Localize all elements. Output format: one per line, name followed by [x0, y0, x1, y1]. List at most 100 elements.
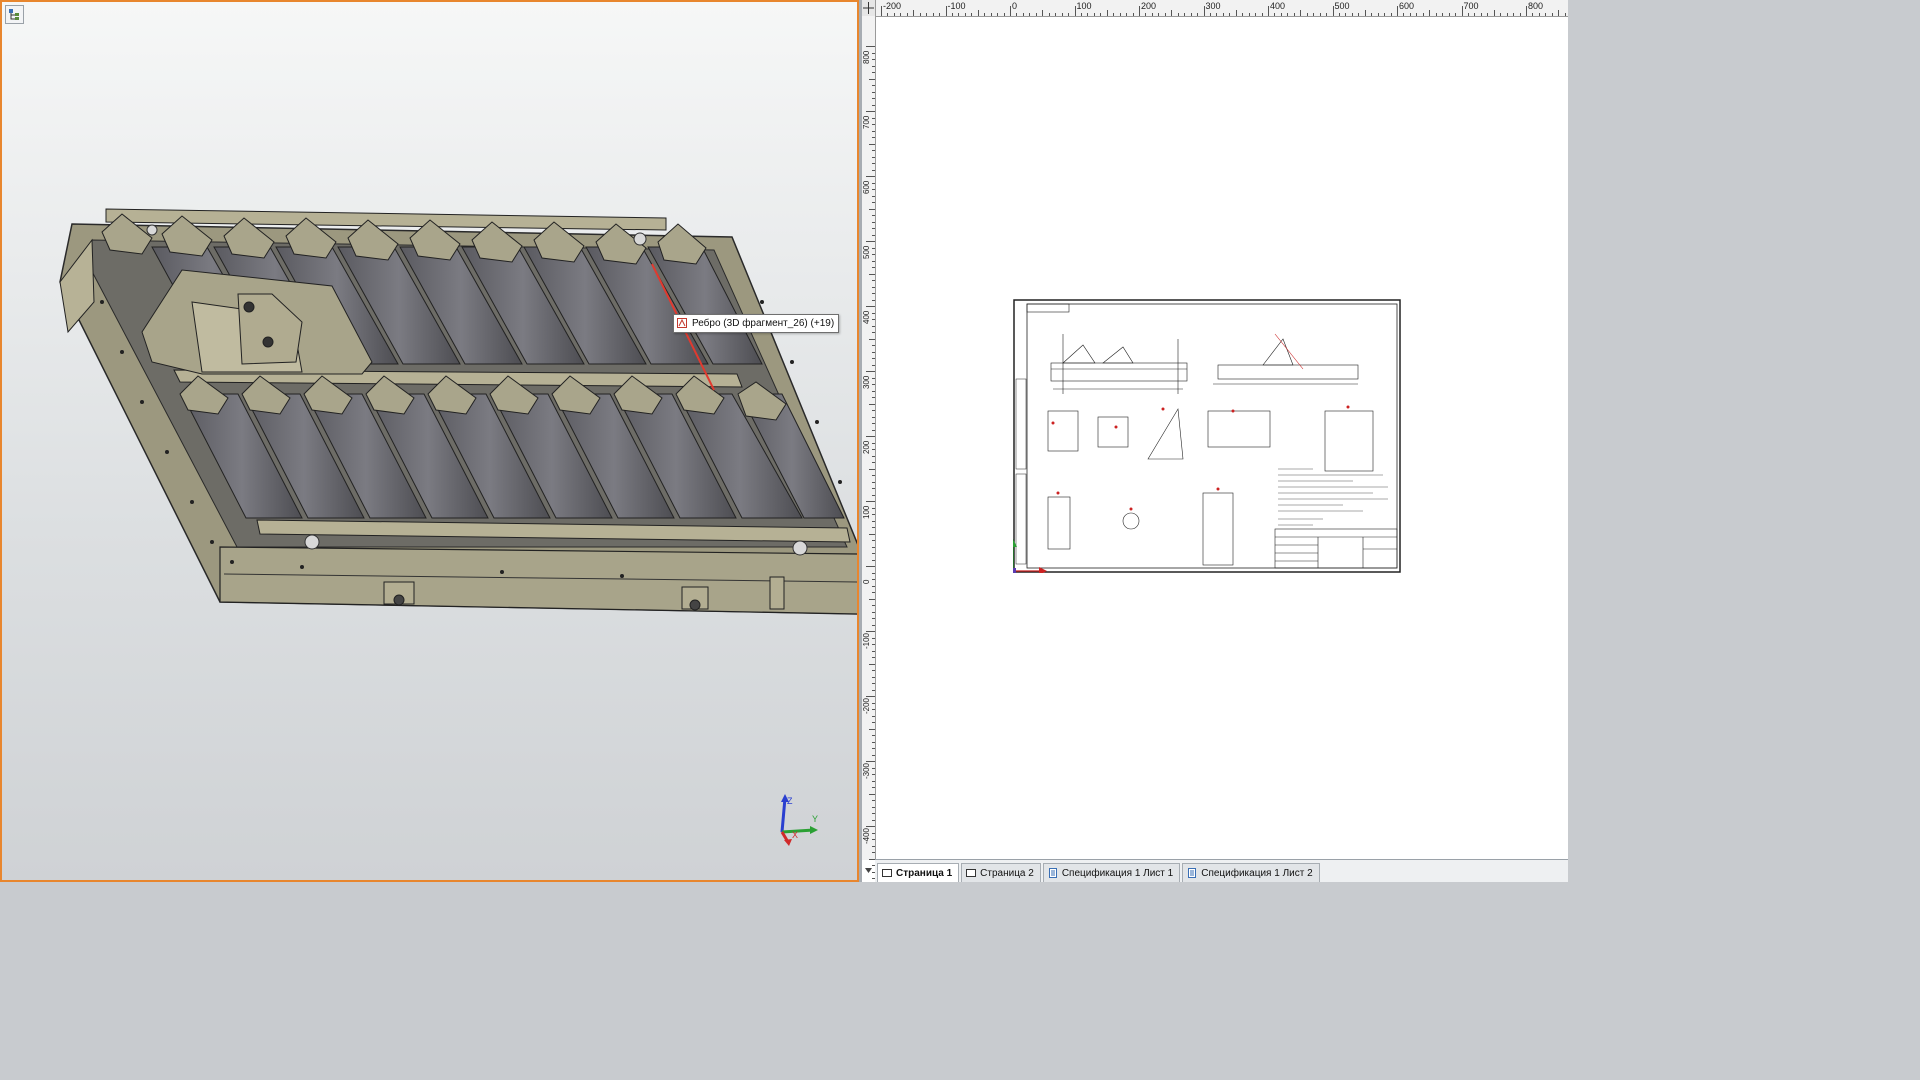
- ruler-tick: [872, 52, 875, 54]
- model-3d-viewport[interactable]: Ребро (3D фрагмент_26) (+19) Z Y X: [0, 0, 859, 882]
- drawing-sheet-pane[interactable]: -200 -100 0 100 200 300 400 500 600 700 800 800 700…: [862, 0, 1568, 882]
- ruler-tick: [1487, 13, 1489, 16]
- ruler-tick: [1409, 13, 1411, 16]
- ruler-tick: [872, 839, 875, 840]
- ruler-tick: [1139, 6, 1140, 16]
- ruler-tick: [1100, 13, 1102, 16]
- ruler-tick: [866, 696, 875, 697]
- ruler-tick: [872, 806, 875, 808]
- ruler-tick: [872, 228, 875, 229]
- ruler-tick: [872, 169, 875, 171]
- ruler-tick: [872, 91, 875, 93]
- ruler-tick: [1513, 13, 1515, 16]
- ruler-tick: [869, 143, 875, 145]
- ruler-tick: [872, 689, 875, 691]
- ruler-tick: [1035, 13, 1037, 16]
- ruler-tick: [977, 10, 979, 16]
- ruler-tick: [872, 514, 875, 515]
- ruler-label: 0: [1012, 1, 1018, 11]
- drawing-sheet[interactable]: [1013, 299, 1401, 573]
- ruler-tick: [1016, 13, 1018, 16]
- ruler-tick: [872, 59, 875, 60]
- ruler-tick: [872, 494, 875, 496]
- ruler-tick: [872, 325, 875, 327]
- ruler-tick: [872, 416, 875, 418]
- ruler-tick: [866, 371, 875, 372]
- ruler-origin-button[interactable]: [862, 0, 876, 16]
- ruler-tick: [872, 774, 875, 775]
- spec-icon: [1188, 868, 1197, 878]
- ruler-tick: [872, 559, 875, 561]
- ruler-tick: [1461, 6, 1463, 16]
- ruler-tick: [872, 650, 875, 652]
- ruler-tick: [866, 761, 875, 762]
- ruler-label: 500: [1334, 1, 1350, 11]
- assembly-model[interactable]: [2, 2, 859, 882]
- ruler-tick: [872, 130, 875, 132]
- ruler-tick: [872, 715, 875, 717]
- ruler-label: 300: [1205, 1, 1221, 11]
- ruler-tick: [1216, 13, 1218, 16]
- ruler-tick: [872, 546, 875, 548]
- ruler-tick: [872, 72, 875, 73]
- ruler-tick: [1029, 13, 1031, 16]
- ruler-tick: [872, 364, 875, 366]
- sheet-tab-bar: Страница 1 Страница 2 Спецификация 1 Лис…: [875, 859, 1568, 882]
- ruler-tick: [872, 280, 875, 281]
- crosshair-icon: [863, 2, 874, 14]
- tab-label: Страница 1: [896, 867, 953, 879]
- ruler-tick: [1390, 13, 1392, 16]
- ruler-tick: [1397, 6, 1398, 16]
- ruler-tick: [1151, 13, 1153, 16]
- ruler-tick: [1351, 13, 1353, 16]
- ruler-tick: [926, 13, 928, 16]
- tab-spec-sheet-2[interactable]: Спецификация 1 Лист 2: [1182, 863, 1320, 882]
- ruler-tick: [1074, 6, 1076, 16]
- ruler-tick: [872, 221, 875, 223]
- ruler-tick: [1080, 13, 1082, 16]
- ruler-tick: [1145, 13, 1147, 16]
- ruler-tick: [1455, 13, 1457, 16]
- ruler-tick: [872, 475, 875, 476]
- scroll-down-icon[interactable]: [864, 866, 873, 875]
- tab-page-1[interactable]: Страница 1: [877, 863, 960, 882]
- ruler-tick: [869, 403, 875, 405]
- ruler-tick: [984, 13, 986, 16]
- ruler-tick: [872, 247, 875, 249]
- ruler-tick: [1022, 13, 1024, 16]
- ruler-tick: [872, 618, 875, 619]
- ruler-tick: [872, 449, 875, 450]
- page-icon: [882, 869, 892, 877]
- ruler-tick: [1003, 13, 1005, 16]
- ruler-tick: [872, 644, 875, 645]
- ruler-tick: [1558, 10, 1560, 16]
- ruler-tick: [1545, 13, 1547, 16]
- ruler-tick: [1442, 13, 1444, 16]
- ruler-tick: [1261, 13, 1263, 16]
- ruler-tick: [872, 624, 875, 626]
- ruler-tick: [1255, 13, 1257, 16]
- ruler-tick: [869, 663, 875, 665]
- ruler-label: 300: [862, 375, 871, 389]
- ruler-tick: [1197, 13, 1199, 16]
- ruler-tick: [872, 813, 875, 814]
- ruler-tick: [872, 85, 875, 86]
- ruler-tick: [1519, 13, 1521, 16]
- axis-z-label: Z: [787, 796, 793, 806]
- ruler-tick: [872, 384, 875, 385]
- ruler-tick: [971, 13, 973, 16]
- ruler-tick: [872, 670, 875, 671]
- tab-spec-sheet-1[interactable]: Спецификация 1 Лист 1: [1042, 863, 1181, 882]
- ruler-tick: [1229, 13, 1231, 16]
- ruler-tick: [1429, 10, 1431, 16]
- ruler-tick: [1132, 13, 1134, 16]
- ruler-tick: [1326, 13, 1328, 16]
- ruler-tick: [872, 702, 875, 704]
- ruler-label: 600: [862, 180, 871, 194]
- ruler-tick: [1526, 6, 1527, 16]
- ruler-tick: [1248, 13, 1250, 16]
- tab-page-2[interactable]: Страница 2: [961, 863, 1041, 882]
- ruler-tick: [869, 728, 875, 730]
- ruler-tick: [945, 6, 947, 16]
- ruler-tick: [1435, 13, 1437, 16]
